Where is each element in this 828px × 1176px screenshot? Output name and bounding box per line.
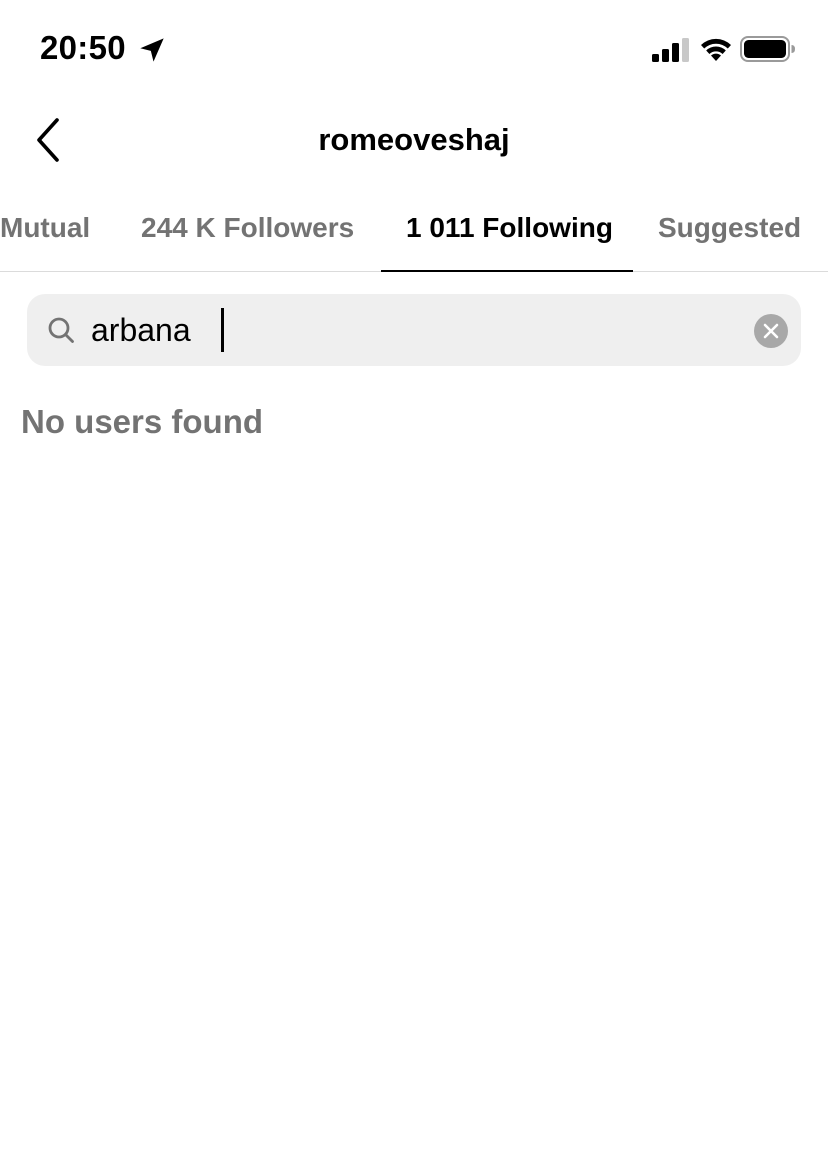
empty-results-message: No users found [21, 403, 264, 440]
search-icon [48, 317, 74, 343]
tab-suggested[interactable]: Suggested [658, 210, 801, 246]
page-title: romeoveshaj [318, 122, 510, 157]
search-bar[interactable] [27, 294, 801, 366]
clear-icon [763, 323, 779, 339]
screen: 20:50 romeoveshaj Mutual 244 K Followers… [0, 0, 828, 1176]
clear-search-button[interactable] [754, 314, 788, 348]
battery-icon [740, 36, 795, 62]
cellular-signal-icon [652, 38, 689, 62]
status-time: 20:50 [40, 29, 126, 66]
wifi-icon [701, 38, 731, 61]
search-input[interactable] [91, 308, 731, 352]
tab-mutual[interactable]: Mutual [0, 210, 90, 246]
status-bar: 20:50 [0, 0, 828, 96]
header: romeoveshaj [0, 96, 828, 186]
tab-following[interactable]: 1 011 Following [406, 210, 613, 246]
location-arrow-icon [140, 38, 164, 62]
tab-followers[interactable]: 244 K Followers [141, 210, 354, 246]
tab-bar: Mutual 244 K Followers 1 011 Following S… [0, 186, 828, 272]
active-tab-indicator [381, 270, 633, 272]
text-caret [221, 308, 224, 352]
